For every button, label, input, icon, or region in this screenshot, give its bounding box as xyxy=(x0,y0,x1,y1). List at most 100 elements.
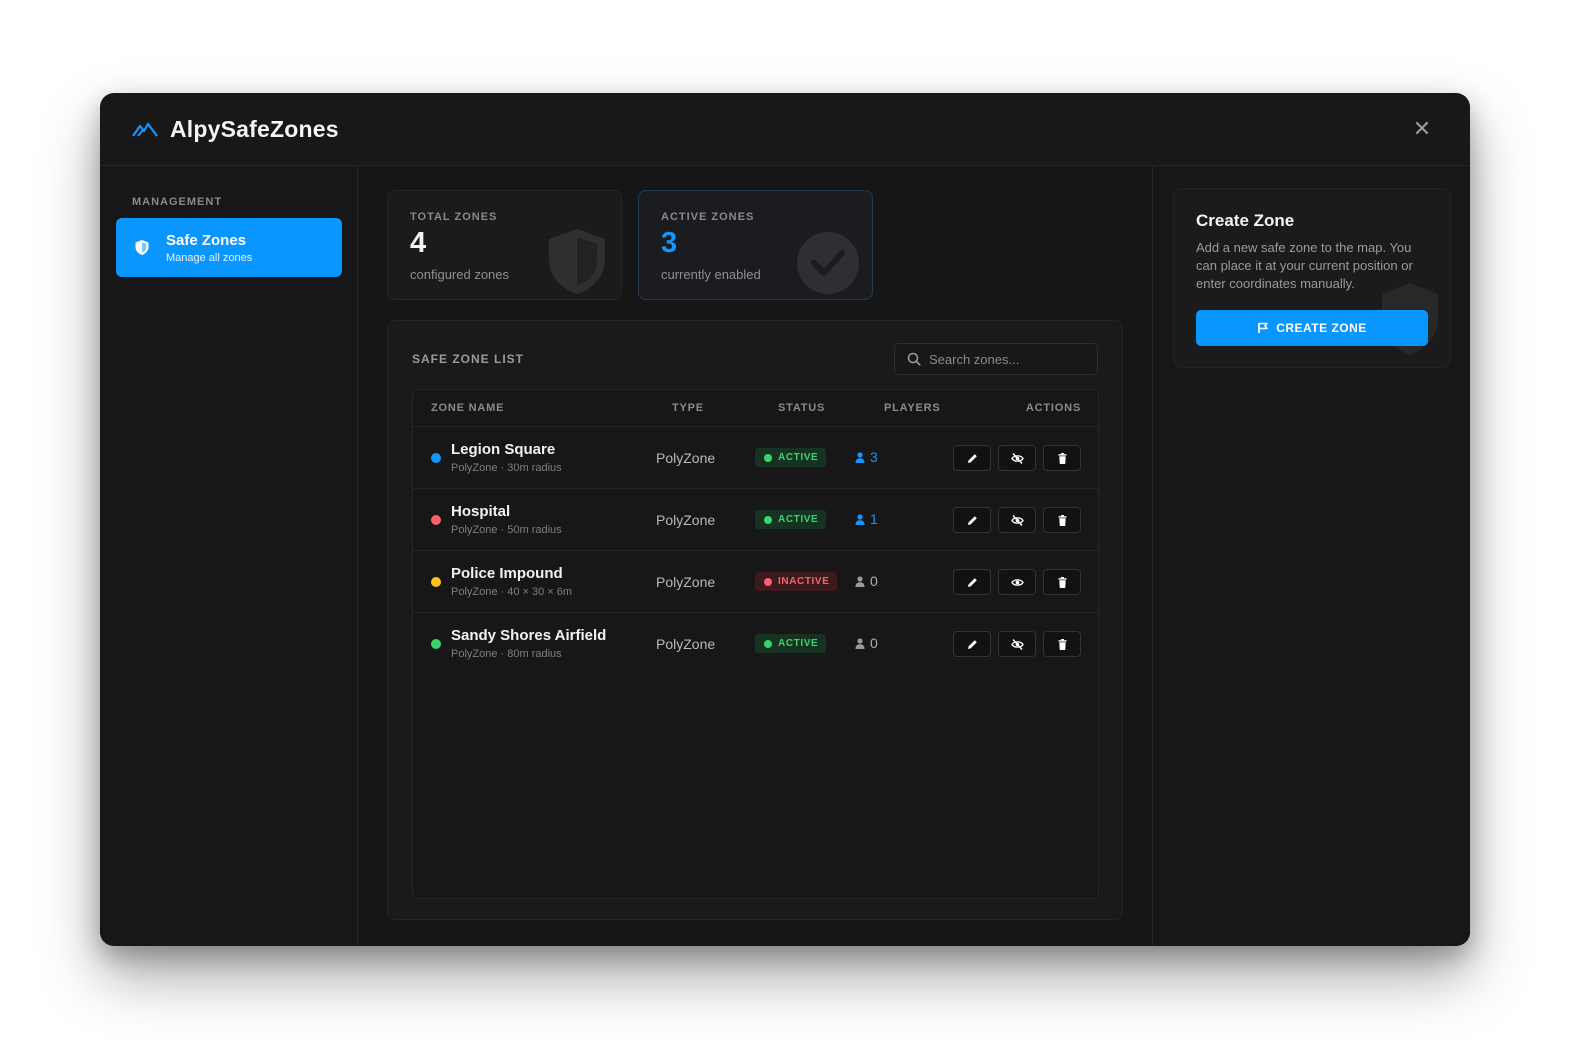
sidebar-item-title: Safe Zones xyxy=(166,231,247,249)
player-count: 1 xyxy=(855,511,878,527)
table-header: ZONE NAME TYPE STATUS PLAYERS ACTIONS xyxy=(413,390,1098,427)
search-box[interactable] xyxy=(894,343,1098,375)
player-count: 0 xyxy=(855,573,878,589)
eye-off-icon xyxy=(1010,638,1024,650)
column-status: STATUS xyxy=(778,402,826,414)
hide-button[interactable] xyxy=(998,631,1036,657)
status-badge: ACTIVE xyxy=(755,448,827,467)
eye-off-icon xyxy=(1010,452,1024,464)
user-icon xyxy=(855,575,865,587)
zone-details: PolyZone · 40 × 30 × 6m xyxy=(451,586,573,598)
row-actions xyxy=(953,631,1081,657)
zone-details: PolyZone · 30m radius xyxy=(451,462,562,474)
hide-button[interactable] xyxy=(998,507,1036,533)
zone-type: PolyZone xyxy=(656,450,716,466)
active-zones-label: ACTIVE ZONES xyxy=(661,211,755,223)
zone-details: PolyZone · 80m radius xyxy=(451,648,562,660)
user-icon xyxy=(855,451,865,463)
status-badge: INACTIVE xyxy=(755,572,838,591)
zone-name: Legion Square xyxy=(451,441,556,458)
total-zones-card: TOTAL ZONES 4 configured zones xyxy=(387,190,622,300)
table-row[interactable]: Legion Square PolyZone · 30m radius Poly… xyxy=(413,427,1098,489)
create-zone-card: Create Zone Add a new safe zone to the m… xyxy=(1173,188,1451,368)
shield-icon xyxy=(549,229,605,294)
zone-color-dot xyxy=(431,639,441,649)
zone-name: Sandy Shores Airfield xyxy=(451,627,607,644)
sidebar-item-subtitle: Manage all zones xyxy=(166,251,253,264)
pencil-icon xyxy=(967,577,977,587)
user-icon xyxy=(855,513,865,525)
delete-button[interactable] xyxy=(1043,445,1081,471)
right-panel: Create Zone Add a new safe zone to the m… xyxy=(1152,166,1470,946)
sidebar: MANAGEMENT Safe Zones Manage all zones xyxy=(100,166,358,946)
column-type: TYPE xyxy=(672,402,704,414)
user-icon xyxy=(855,637,865,649)
zone-color-dot xyxy=(431,453,441,463)
main-content: TOTAL ZONES 4 configured zones ACTIVE ZO… xyxy=(359,166,1152,946)
trash-icon xyxy=(1058,576,1066,588)
column-players: PLAYERS xyxy=(884,402,941,414)
trash-icon xyxy=(1058,514,1066,526)
zone-name: Police Impound xyxy=(451,565,563,582)
search-input[interactable] xyxy=(929,351,1089,367)
status-dot-icon xyxy=(764,639,772,648)
status-badge: ACTIVE xyxy=(755,634,827,653)
delete-button[interactable] xyxy=(1043,631,1081,657)
zone-color-dot xyxy=(431,577,441,587)
app-window: AlpySafeZones ✕ MANAGEMENT Safe Zones Ma… xyxy=(100,93,1470,946)
zone-type: PolyZone xyxy=(656,636,716,652)
delete-button[interactable] xyxy=(1043,569,1081,595)
list-title: SAFE ZONE LIST xyxy=(412,352,525,366)
eye-icon xyxy=(1010,578,1024,586)
row-actions xyxy=(953,507,1081,533)
app-title: AlpySafeZones xyxy=(170,115,339,142)
title-bar: AlpySafeZones ✕ xyxy=(100,93,1470,166)
create-zone-button[interactable]: CREATE ZONE xyxy=(1196,310,1428,346)
create-zone-button-label: CREATE ZONE xyxy=(1276,321,1367,335)
zone-color-dot xyxy=(431,515,441,525)
column-zone-name: ZONE NAME xyxy=(431,402,505,414)
column-actions: ACTIONS xyxy=(1025,402,1081,414)
shield-icon xyxy=(135,240,149,255)
trash-icon xyxy=(1058,452,1066,464)
row-actions xyxy=(953,569,1081,595)
pencil-icon xyxy=(967,639,977,649)
zone-table: ZONE NAME TYPE STATUS PLAYERS ACTIONS Le… xyxy=(412,389,1099,899)
status-badge: ACTIVE xyxy=(755,510,827,529)
edit-button[interactable] xyxy=(953,445,991,471)
trash-icon xyxy=(1058,638,1066,650)
total-zones-label: TOTAL ZONES xyxy=(410,211,498,223)
player-count: 3 xyxy=(855,449,878,465)
show-button[interactable] xyxy=(998,569,1036,595)
close-icon[interactable]: ✕ xyxy=(1412,118,1432,140)
zone-details: PolyZone · 50m radius xyxy=(451,524,562,536)
zone-name: Hospital xyxy=(451,503,511,520)
check-circle-icon xyxy=(797,232,859,294)
status-dot-icon xyxy=(764,453,772,462)
edit-button[interactable] xyxy=(953,507,991,533)
status-dot-icon xyxy=(764,577,772,586)
create-zone-title: Create Zone xyxy=(1196,211,1295,230)
table-row[interactable]: Police Impound PolyZone · 40 × 30 × 6m P… xyxy=(413,551,1098,613)
zone-type: PolyZone xyxy=(656,512,716,528)
hide-button[interactable] xyxy=(998,445,1036,471)
sidebar-item-safe-zones[interactable]: Safe Zones Manage all zones xyxy=(116,218,342,277)
edit-button[interactable] xyxy=(953,631,991,657)
table-row[interactable]: Hospital PolyZone · 50m radius PolyZone … xyxy=(413,489,1098,551)
pencil-icon xyxy=(967,453,977,463)
search-icon xyxy=(907,352,921,366)
zone-type: PolyZone xyxy=(656,574,716,590)
edit-button[interactable] xyxy=(953,569,991,595)
status-dot-icon xyxy=(764,515,772,524)
sidebar-section-label: MANAGEMENT xyxy=(132,196,223,208)
map-pin-icon xyxy=(1258,322,1268,333)
eye-off-icon xyxy=(1010,514,1024,526)
row-actions xyxy=(953,445,1081,471)
player-count: 0 xyxy=(855,635,878,651)
table-row[interactable]: Sandy Shores Airfield PolyZone · 80m rad… xyxy=(413,613,1098,675)
pencil-icon xyxy=(967,515,977,525)
delete-button[interactable] xyxy=(1043,507,1081,533)
mountain-logo-icon xyxy=(132,122,158,137)
safe-zone-list-panel: SAFE ZONE LIST ZONE NAME TYPE STATUS PLA… xyxy=(387,320,1123,920)
active-zones-card: ACTIVE ZONES 3 currently enabled xyxy=(638,190,873,300)
